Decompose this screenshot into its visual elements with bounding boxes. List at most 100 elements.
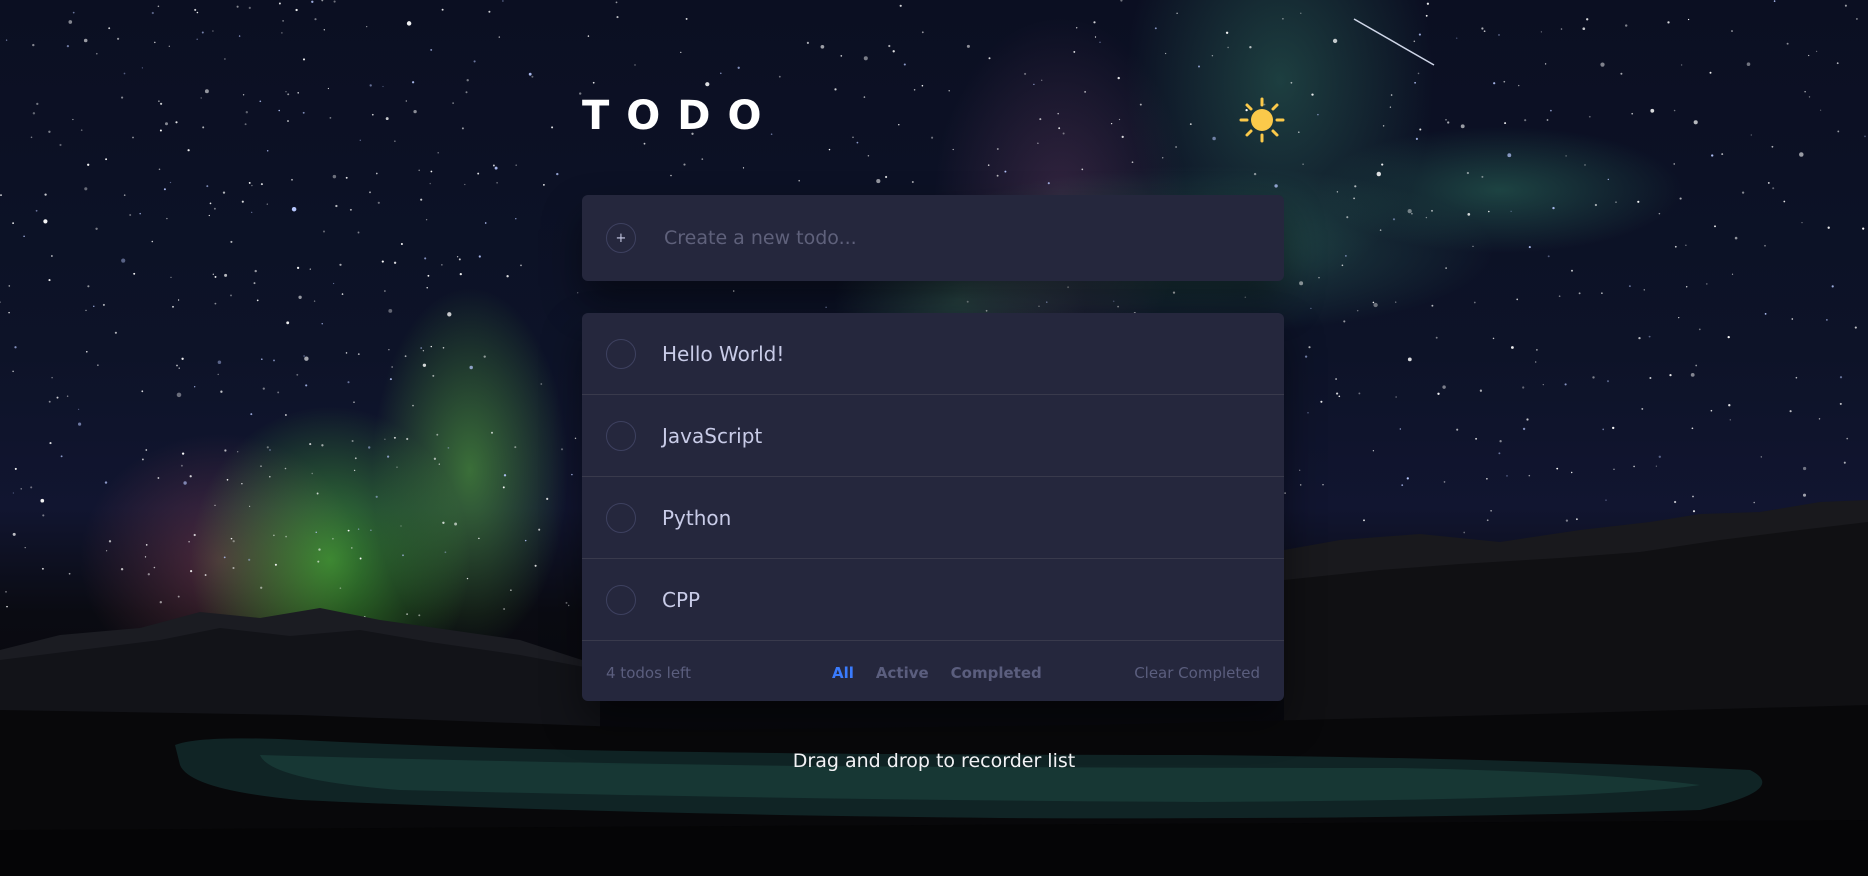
star bbox=[151, 11, 154, 15]
star bbox=[825, 306, 827, 308]
star bbox=[1862, 227, 1865, 230]
star bbox=[705, 82, 710, 87]
star bbox=[251, 184, 253, 187]
star bbox=[1139, 103, 1142, 106]
star bbox=[543, 184, 545, 186]
star bbox=[441, 264, 443, 266]
star bbox=[117, 37, 120, 40]
star bbox=[574, 437, 577, 440]
star bbox=[393, 261, 397, 264]
star bbox=[1047, 182, 1050, 185]
star bbox=[427, 274, 430, 277]
star bbox=[1524, 119, 1527, 122]
star bbox=[1731, 273, 1734, 275]
todo-checkbox[interactable] bbox=[606, 502, 636, 533]
star bbox=[304, 356, 309, 361]
star bbox=[422, 350, 425, 352]
star bbox=[169, 181, 172, 184]
filter-completed[interactable]: Completed bbox=[951, 664, 1042, 682]
star bbox=[102, 303, 105, 306]
star bbox=[1488, 210, 1490, 213]
star bbox=[1578, 292, 1581, 295]
star bbox=[430, 170, 433, 173]
add-todo-button[interactable]: + bbox=[606, 223, 636, 253]
star bbox=[496, 181, 498, 184]
todo-item[interactable]: Hello World! bbox=[582, 313, 1284, 395]
star bbox=[1483, 30, 1486, 33]
star bbox=[260, 183, 263, 186]
filter-active[interactable]: Active bbox=[876, 664, 929, 682]
star bbox=[48, 130, 51, 133]
star bbox=[1481, 27, 1484, 30]
star bbox=[1772, 187, 1775, 190]
star bbox=[8, 285, 11, 287]
star bbox=[1802, 493, 1807, 497]
star bbox=[371, 113, 374, 116]
star bbox=[506, 275, 509, 278]
star bbox=[1818, 418, 1821, 420]
shooting-star bbox=[1353, 18, 1435, 66]
star bbox=[898, 124, 900, 126]
star bbox=[438, 463, 440, 465]
star bbox=[66, 44, 70, 48]
todo-item[interactable]: Python bbox=[582, 477, 1284, 559]
star bbox=[491, 431, 493, 434]
todo-checkbox[interactable] bbox=[606, 338, 636, 369]
star bbox=[391, 366, 393, 368]
star bbox=[502, 0, 504, 2]
star bbox=[888, 44, 891, 48]
star bbox=[1302, 163, 1304, 166]
star bbox=[214, 302, 217, 305]
filter-all[interactable]: All bbox=[832, 664, 854, 682]
star bbox=[86, 351, 88, 353]
star bbox=[1300, 12, 1302, 14]
star bbox=[1633, 465, 1635, 468]
star bbox=[236, 5, 239, 8]
star bbox=[1117, 76, 1120, 80]
star bbox=[1582, 27, 1586, 31]
star bbox=[291, 178, 293, 181]
star bbox=[1714, 225, 1716, 228]
todo-item[interactable]: CPP bbox=[582, 559, 1284, 641]
star bbox=[1046, 301, 1048, 303]
star bbox=[369, 84, 372, 87]
star bbox=[1673, 163, 1675, 165]
star bbox=[1826, 319, 1828, 321]
new-todo-input[interactable] bbox=[662, 226, 1260, 250]
star bbox=[1038, 305, 1040, 307]
star bbox=[48, 279, 51, 282]
star bbox=[732, 290, 735, 292]
star bbox=[59, 143, 62, 147]
star bbox=[388, 308, 393, 313]
star bbox=[1606, 380, 1610, 383]
star bbox=[571, 473, 573, 476]
todo-checkbox[interactable] bbox=[606, 420, 636, 451]
clear-completed-button[interactable]: Clear Completed bbox=[1134, 664, 1260, 682]
star bbox=[1522, 427, 1526, 431]
star bbox=[0, 194, 2, 196]
todo-item[interactable]: JavaScript bbox=[582, 395, 1284, 477]
star bbox=[129, 214, 132, 216]
star bbox=[515, 164, 518, 167]
star bbox=[145, 449, 148, 451]
star bbox=[863, 96, 866, 98]
star bbox=[551, 126, 554, 129]
theme-toggle-button[interactable] bbox=[1239, 97, 1285, 143]
todo-checkbox[interactable] bbox=[606, 584, 636, 615]
star bbox=[394, 140, 396, 142]
star bbox=[404, 355, 407, 358]
star bbox=[1827, 226, 1830, 229]
star bbox=[121, 258, 126, 263]
star bbox=[1414, 81, 1416, 84]
star bbox=[1442, 385, 1446, 389]
star bbox=[1808, 54, 1810, 57]
star bbox=[78, 422, 82, 426]
star bbox=[1346, 216, 1349, 219]
star bbox=[87, 285, 90, 288]
star bbox=[1602, 428, 1605, 431]
star bbox=[430, 48, 433, 51]
star bbox=[1411, 212, 1413, 215]
star bbox=[251, 211, 253, 213]
star bbox=[1705, 283, 1708, 285]
star bbox=[187, 149, 190, 152]
